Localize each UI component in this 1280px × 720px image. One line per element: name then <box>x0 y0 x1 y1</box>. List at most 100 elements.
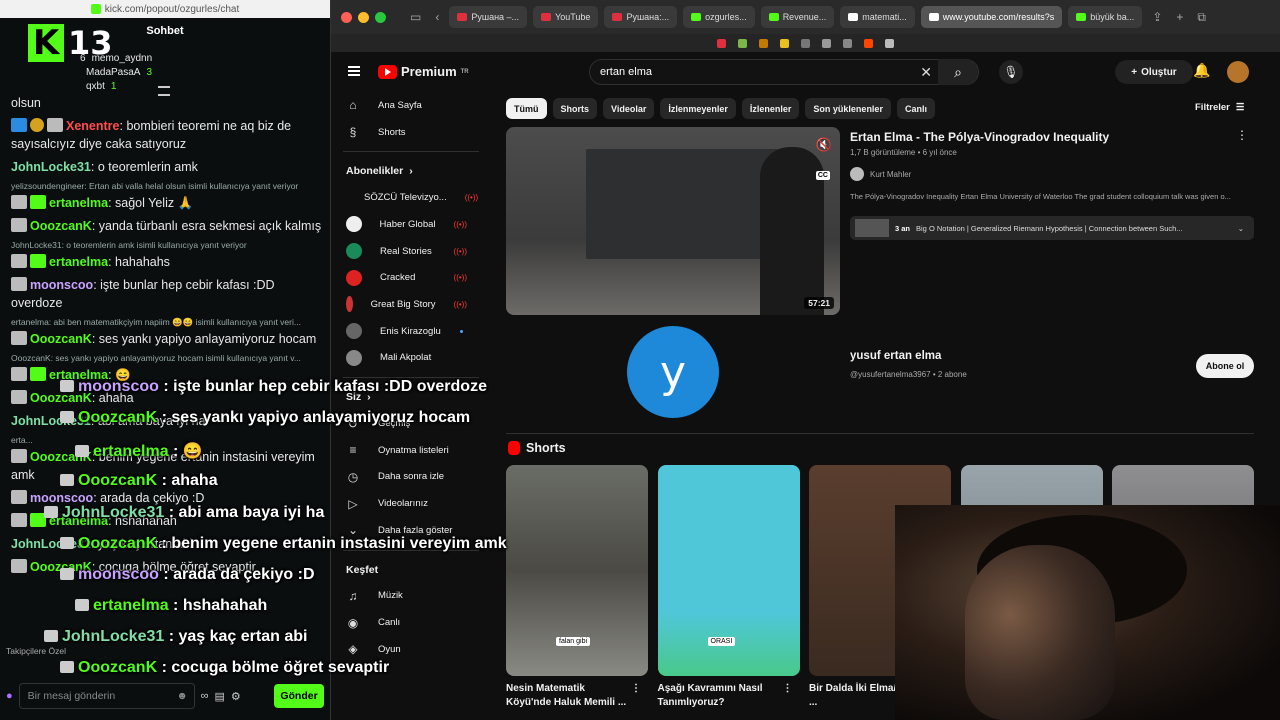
sidebar-item-label: Daha sonra izle <box>378 471 445 483</box>
youtube-logo[interactable]: Premium TR <box>378 64 469 79</box>
create-button[interactable]: + Oluştur <box>1115 60 1193 84</box>
browser-tab[interactable]: Рушана –... <box>449 6 528 28</box>
menu-icon[interactable] <box>348 66 360 76</box>
cc-icon[interactable]: CC <box>815 171 830 180</box>
filter-chip[interactable]: Videolar <box>603 98 655 119</box>
chat-username[interactable]: JohnLocke31 <box>11 160 91 174</box>
emote-icon[interactable]: ∞ <box>201 690 209 702</box>
filter-chip[interactable]: Canlı <box>896 98 935 119</box>
sidebar-item[interactable]: ♫ Müzik <box>331 583 481 610</box>
chat-username[interactable]: moonscoo <box>30 491 93 505</box>
avatar[interactable] <box>1227 61 1249 83</box>
favorite-icon[interactable] <box>885 38 894 48</box>
sidebar-item-subscription[interactable]: SÖZCÜ Televizyo... ((•)) <box>331 184 481 211</box>
favorite-icon[interactable] <box>822 38 831 48</box>
more-vert-icon[interactable]: ⋮ <box>631 682 641 696</box>
favorite-icon[interactable] <box>780 38 789 48</box>
chat-username[interactable]: ertanelma <box>49 255 108 269</box>
favorite-icon[interactable] <box>843 38 852 48</box>
chat-message[interactable]: olsun <box>11 94 322 112</box>
voice-search-icon[interactable]: 🎙 <box>999 60 1023 84</box>
sidebar-item-subscription[interactable]: Mali Akpolat <box>331 345 481 372</box>
filter-chip[interactable]: İzlenmeyenler <box>660 98 736 119</box>
close-window-button[interactable] <box>341 11 352 23</box>
sidebar-toggle-icon[interactable]: ▭ <box>406 10 425 24</box>
mute-icon[interactable]: 🔇 <box>816 137 832 153</box>
filter-chip[interactable]: İzlenenler <box>741 98 800 119</box>
bell-icon[interactable]: 🔔 <box>1193 62 1210 79</box>
mic-icon[interactable]: ● <box>6 690 13 702</box>
favorite-icon[interactable] <box>864 38 873 48</box>
filter-chip[interactable]: Son yüklenenler <box>805 98 891 119</box>
sidebar-item[interactable]: ◷ Daha sonra izle <box>331 464 481 491</box>
subscriptions-heading[interactable]: Abonelikler › <box>331 158 481 184</box>
browser-tab[interactable]: YouTube <box>533 6 599 28</box>
chat-message[interactable]: moonscoo: işte bunlar hep cebir kafası :… <box>11 276 322 312</box>
sidebar-item[interactable]: ≡ Oynatma listeleri <box>331 437 481 464</box>
search-button[interactable]: ⌕ <box>938 59 978 85</box>
zoom-window-button[interactable] <box>375 11 386 23</box>
emoji-icon[interactable]: ☻ <box>177 690 188 702</box>
chat-message[interactable]: ertanelma: sağol Yeliz 🙏 <box>11 194 322 212</box>
browser-tab[interactable]: matemati... <box>840 6 915 28</box>
chat-username[interactable]: Xenentre <box>66 119 120 133</box>
short-title[interactable]: Nesin Matematik Köyü'nde Haluk Memili ..… <box>506 682 641 710</box>
chat-username[interactable]: ertanelma <box>49 196 108 210</box>
new-tab-icon[interactable]: + <box>1172 10 1187 24</box>
sidebar-item[interactable]: ▷ Videolarınız <box>331 490 481 517</box>
subscribe-button[interactable]: Abone ol <box>1196 354 1254 378</box>
short-thumbnail[interactable]: falan gibi <box>506 465 648 676</box>
filter-chip[interactable]: Shorts <box>552 98 598 119</box>
chat-username[interactable]: OoozcanK <box>30 332 92 346</box>
favorite-icon[interactable] <box>717 38 726 48</box>
browser-tab[interactable]: Рушана:... <box>604 6 678 28</box>
channel-avatar-large[interactable]: y <box>627 326 719 418</box>
favorite-icon[interactable] <box>738 38 747 48</box>
kick-url-bar[interactable]: kick.com/popout/ozgurles/chat <box>0 0 330 18</box>
tab-overview-icon[interactable]: ⧉ <box>1193 10 1210 25</box>
sidebar-item-subscription[interactable]: Real Stories ((•)) <box>331 238 481 265</box>
chat-username[interactable]: moonscoo <box>30 278 93 292</box>
browser-tab[interactable]: büyük ba... <box>1068 6 1143 28</box>
short-title[interactable]: Aşağı Kavramını Nasıl Tanımlıyoruz? ⋮ <box>658 682 793 710</box>
short-thumbnail[interactable]: ORASI <box>657 465 800 676</box>
chat-message[interactable]: JohnLocke31: o teoremlerin amk <box>11 158 322 176</box>
chapters-row[interactable]: 3 an Big O Notation | Generalized Rieman… <box>850 216 1254 240</box>
favorite-icon[interactable] <box>801 38 810 48</box>
send-button[interactable]: Gönder <box>274 684 324 708</box>
sidebar-item[interactable]: ⌂ Ana Sayfa <box>331 92 481 119</box>
video-title[interactable]: Ertan Elma - The Pólya-Vinogradov Inequa… <box>850 130 1230 144</box>
browser-tab[interactable]: Revenue... <box>760 6 835 28</box>
back-icon[interactable]: ‹ <box>431 10 443 24</box>
favorite-icon[interactable] <box>759 38 768 48</box>
sidebar-item-subscription[interactable]: Great Big Story ((•)) <box>331 291 481 318</box>
more-vert-icon[interactable]: ⋮ <box>783 682 793 696</box>
chat-message[interactable]: ertanelma: hahahahs <box>11 253 322 271</box>
chat-message[interactable]: Xenentre: bombieri teoremi ne aq biz de … <box>11 117 322 153</box>
browser-tab[interactable]: ozgurles... <box>683 6 755 28</box>
sidebar-item[interactable]: § Shorts <box>331 119 481 146</box>
video-thumbnail[interactable]: 🔇 CC 57:21 <box>506 127 840 315</box>
video-channel[interactable]: Kurt Mahler <box>850 167 911 181</box>
chat-input[interactable]: Bir mesaj gönderin ☻ <box>18 683 195 709</box>
sidebar-item-subscription[interactable]: Enis Kirazoglu <box>331 318 481 345</box>
chevron-down-icon[interactable]: ⌄ <box>1238 224 1244 233</box>
filters-button[interactable]: Filtreler ☰ <box>1195 102 1244 113</box>
sidebar-item-subscription[interactable]: Haber Global ((•)) <box>331 211 481 238</box>
search-input[interactable]: ertan elma ✕ ⌕ <box>589 59 979 85</box>
gear-icon[interactable]: ⚙ <box>231 690 241 703</box>
chat-username[interactable]: OoozcanK <box>30 219 92 233</box>
sidebar-item-subscription[interactable]: Cracked ((•)) <box>331 264 481 291</box>
short-caption: falan gibi <box>556 637 591 646</box>
sidebar-item[interactable]: ◉ Canlı <box>331 609 481 636</box>
browser-tab[interactable]: www.youtube.com/results?s <box>920 6 1063 28</box>
chat-message[interactable]: OoozcanK: yanda türbanlı esra sekmesi aç… <box>11 217 322 235</box>
share-icon[interactable]: ⇪ <box>1148 10 1166 24</box>
gift-icon[interactable]: ▤ <box>215 690 225 703</box>
more-vert-icon[interactable]: ⋮ <box>1236 128 1248 142</box>
channel-name[interactable]: yusuf ertan elma <box>850 350 941 362</box>
clear-icon[interactable]: ✕ <box>920 64 932 81</box>
filter-chip[interactable]: Tümü <box>506 98 547 119</box>
chat-message[interactable]: OoozcanK: ses yankı yapiyo anlayamiyoruz… <box>11 330 322 348</box>
minimize-window-button[interactable] <box>358 11 369 23</box>
